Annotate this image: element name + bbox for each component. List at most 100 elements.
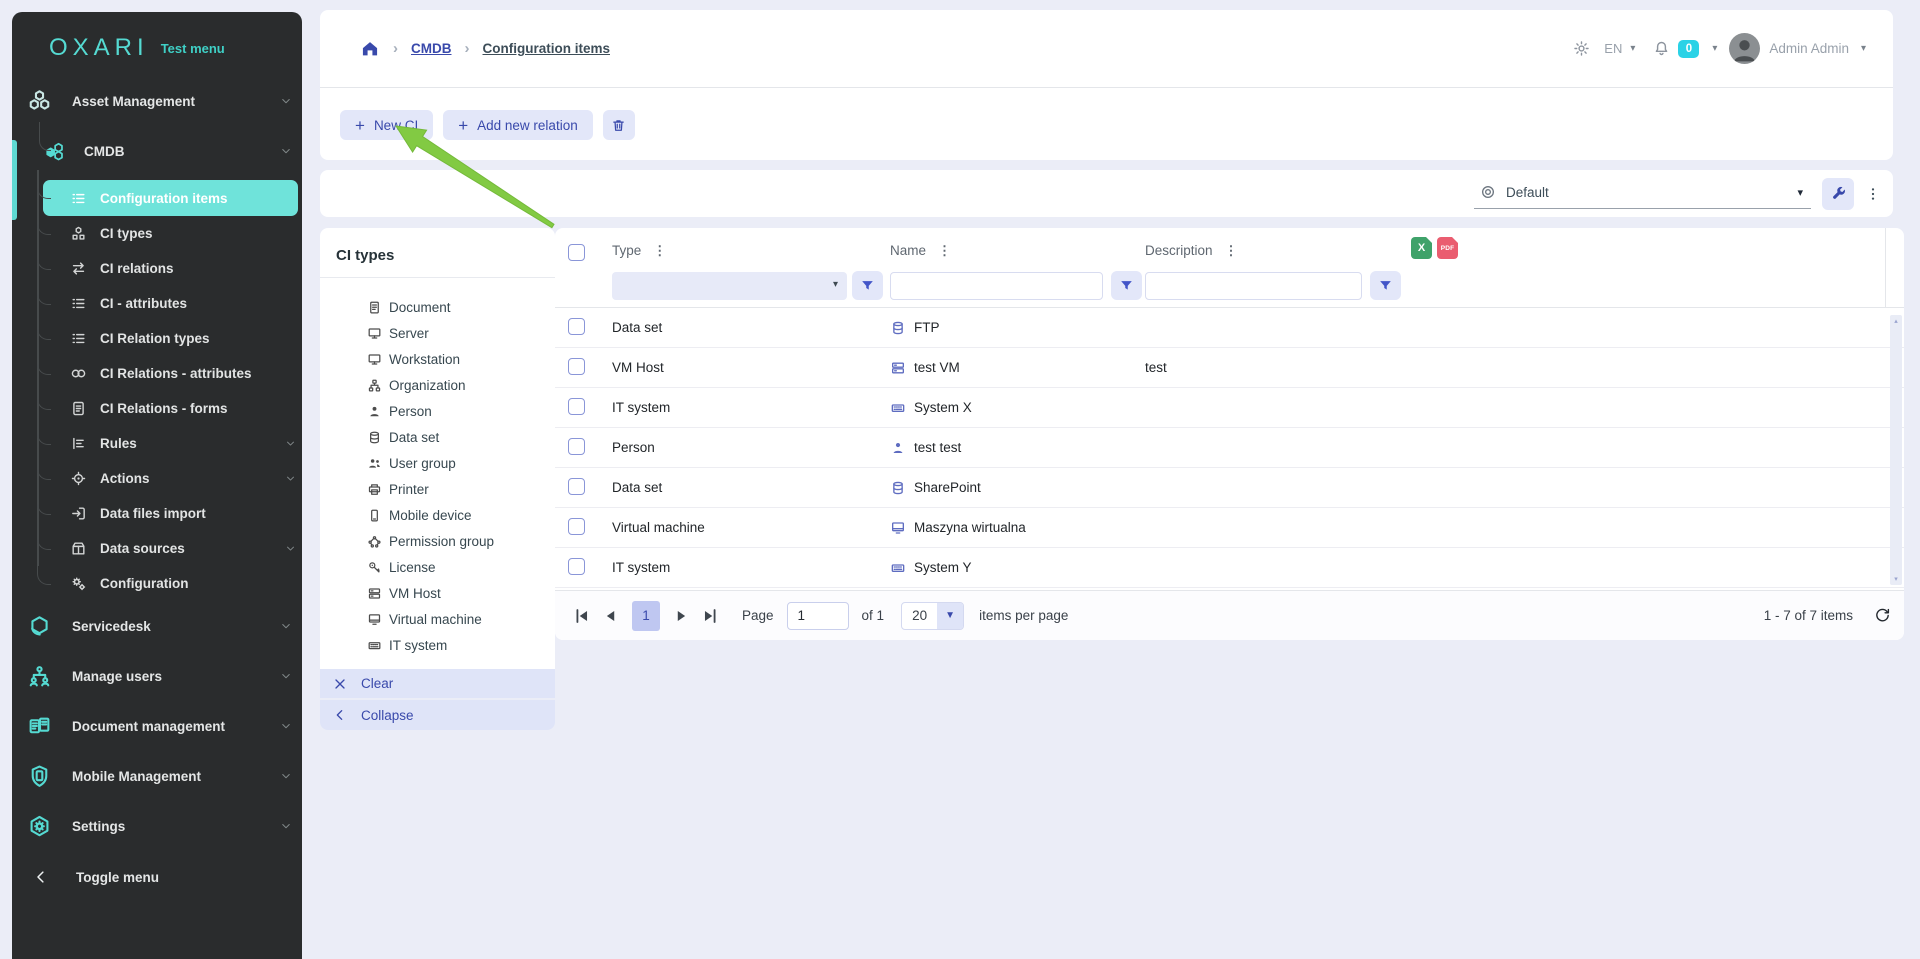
sidebar-subitem[interactable]: Data files import — [37, 496, 302, 531]
ci-type-item[interactable]: Document — [367, 294, 555, 320]
sidebar-subitem[interactable]: Rules — [37, 426, 302, 461]
documents-icon — [27, 714, 52, 739]
ci-type-item[interactable]: Mobile device — [367, 502, 555, 528]
last-page-button[interactable] — [699, 605, 721, 627]
ci-type-item[interactable]: Virtual machine — [367, 606, 555, 632]
chevron-down-icon[interactable]: ▾ — [1861, 43, 1866, 54]
user-menu[interactable]: Admin Admin — [1769, 41, 1849, 56]
description-filter-button[interactable] — [1370, 271, 1401, 300]
add-new-relation-button[interactable]: + Add new relation — [443, 110, 593, 140]
kebab-menu-icon[interactable] — [1865, 183, 1881, 205]
previous-page-button[interactable] — [600, 605, 622, 627]
row-checkbox[interactable] — [568, 438, 585, 455]
row-checkbox[interactable] — [568, 318, 585, 335]
sidebar-item-label: Servicedesk — [72, 619, 151, 634]
select-all-checkbox[interactable] — [568, 244, 585, 261]
table-row[interactable]: Data set FTP — [555, 308, 1904, 348]
grid-settings-button[interactable] — [1822, 178, 1854, 210]
sidebar-item[interactable]: Settings — [12, 801, 302, 851]
sidebar-item-asset-management[interactable]: Asset Management — [12, 80, 302, 122]
ci-type-item[interactable]: Printer — [367, 476, 555, 502]
data-sources-icon — [70, 540, 87, 557]
ci-type-item[interactable]: License — [367, 554, 555, 580]
column-menu-icon[interactable]: ⋮ — [1225, 244, 1237, 257]
ci-type-item[interactable]: User group — [367, 450, 555, 476]
type-filter-button[interactable] — [852, 271, 883, 300]
name-filter-button[interactable] — [1111, 271, 1142, 300]
type-filter-select[interactable]: ▾ — [612, 272, 847, 300]
description-filter-input[interactable] — [1145, 272, 1362, 300]
sidebar-item[interactable]: Servicedesk — [12, 601, 302, 651]
export-excel-icon[interactable]: X — [1411, 237, 1432, 259]
sidebar-subitem[interactable]: CI - attributes — [37, 286, 302, 321]
grid-body: Data set FTP VM Host test VM test IT sys… — [555, 308, 1904, 588]
sidebar-subitem[interactable]: Actions — [37, 461, 302, 496]
ci-type-item[interactable]: Server — [367, 320, 555, 346]
page-of-label: of 1 — [862, 608, 885, 623]
row-checkbox[interactable] — [568, 558, 585, 575]
ci-type-item[interactable]: Permission group — [367, 528, 555, 554]
notification-badge[interactable]: 0 — [1678, 40, 1699, 58]
sidebar-subitem[interactable]: CI relations — [37, 251, 302, 286]
vertical-scrollbar[interactable]: ▴▾ — [1890, 315, 1902, 585]
grid-header: Type ⋮ Name ⋮ Description ⋮ X PDF ▾ — [555, 228, 1904, 308]
sidebar-item[interactable]: Document management — [12, 701, 302, 751]
chevron-down-icon[interactable]: ▾ — [1712, 43, 1717, 54]
database-icon — [367, 430, 382, 445]
language-selector[interactable]: EN — [1604, 41, 1622, 56]
refresh-icon[interactable] — [1874, 607, 1891, 624]
ci-type-item[interactable]: Data set — [367, 424, 555, 450]
sidebar-subitem[interactable]: CI Relations - attributes — [37, 356, 302, 391]
sidebar-subitem[interactable]: Configuration — [37, 566, 302, 601]
items-per-page-select[interactable]: 20 ▼ — [901, 602, 964, 630]
sidebar-subitem[interactable]: Data sources — [37, 531, 302, 566]
table-row[interactable]: Virtual machine Maszyna wirtualna — [555, 508, 1904, 548]
sidebar-subitem[interactable]: CI Relations - forms — [37, 391, 302, 426]
table-row[interactable]: IT system System Y — [555, 548, 1904, 588]
logo-text: OXARI — [49, 34, 149, 62]
sidebar-subitem[interactable]: Configuration items — [43, 180, 298, 216]
new-ci-button[interactable]: + New CI — [340, 110, 433, 140]
ci-type-item[interactable]: IT system — [367, 632, 555, 658]
first-page-button[interactable] — [571, 605, 593, 627]
sidebar-subitem[interactable]: CI types — [37, 216, 302, 251]
table-row[interactable]: VM Host test VM test — [555, 348, 1904, 388]
ci-type-label: Virtual machine — [389, 612, 482, 627]
ci-type-item[interactable]: Person — [367, 398, 555, 424]
sidebar-item[interactable]: Mobile Management — [12, 751, 302, 801]
chevron-left-icon — [332, 707, 348, 723]
table-row[interactable]: IT system System X — [555, 388, 1904, 428]
clear-button[interactable]: Clear — [320, 669, 555, 698]
sidebar-subitem[interactable]: CI Relation types — [37, 321, 302, 356]
ci-type-item[interactable]: Organization — [367, 372, 555, 398]
name-filter-input[interactable] — [890, 272, 1103, 300]
breadcrumb-current[interactable]: Configuration items — [483, 41, 611, 56]
bell-icon[interactable] — [1653, 40, 1670, 57]
delete-button[interactable] — [603, 110, 635, 140]
collapse-button[interactable]: Collapse — [320, 700, 555, 730]
toggle-menu-button[interactable]: Toggle menu — [12, 855, 302, 899]
page-number-input[interactable] — [787, 602, 849, 630]
row-checkbox[interactable] — [568, 358, 585, 375]
home-icon[interactable] — [360, 39, 380, 59]
page-1-button[interactable]: 1 — [632, 601, 660, 631]
ci-type-item[interactable]: VM Host — [367, 580, 555, 606]
gear-icon[interactable] — [1573, 40, 1590, 57]
sidebar-item[interactable]: Manage users — [12, 651, 302, 701]
table-row[interactable]: Person test test — [555, 428, 1904, 468]
view-selector[interactable]: Default ▾ — [1474, 179, 1811, 209]
next-page-button[interactable] — [670, 605, 692, 627]
row-checkbox[interactable] — [568, 478, 585, 495]
avatar[interactable] — [1729, 33, 1760, 64]
export-pdf-icon[interactable]: PDF — [1437, 237, 1458, 259]
row-checkbox[interactable] — [568, 518, 585, 535]
table-row[interactable]: Data set SharePoint — [555, 468, 1904, 508]
hexagon-cluster-filled-icon — [45, 141, 66, 162]
row-checkbox[interactable] — [568, 398, 585, 415]
breadcrumb-cmdb-link[interactable]: CMDB — [411, 41, 452, 56]
chevron-down-icon[interactable]: ▾ — [1630, 43, 1635, 54]
sidebar-item-cmdb[interactable]: CMDB — [12, 130, 302, 172]
column-menu-icon[interactable]: ⋮ — [653, 244, 665, 257]
ci-type-item[interactable]: Workstation — [367, 346, 555, 372]
column-menu-icon[interactable]: ⋮ — [938, 244, 950, 257]
